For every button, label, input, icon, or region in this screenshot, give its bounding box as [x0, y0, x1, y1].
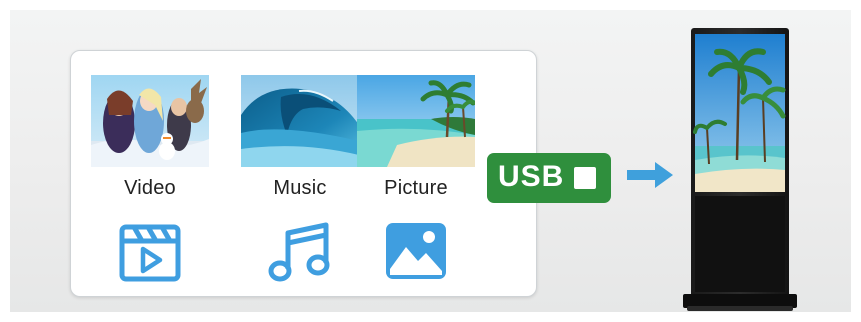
media-label-picture: Picture	[384, 177, 448, 199]
kiosk-display	[683, 28, 797, 312]
usb-badge: USB	[487, 153, 611, 203]
video-thumbnail	[91, 75, 209, 167]
music-thumbnail	[241, 75, 359, 167]
media-label-video: Video	[124, 177, 176, 199]
usb-plug-icon	[574, 167, 596, 189]
video-clapperboard-icon[interactable]	[116, 217, 184, 285]
media-label-music: Music	[273, 177, 327, 199]
picture-thumbnail	[357, 75, 475, 167]
arrow-right-icon	[627, 162, 673, 188]
music-note-icon[interactable]	[266, 217, 334, 285]
picture-icon[interactable]	[382, 217, 450, 285]
media-panel: Video Music Picture	[70, 50, 537, 297]
usb-label: USB	[498, 160, 565, 193]
